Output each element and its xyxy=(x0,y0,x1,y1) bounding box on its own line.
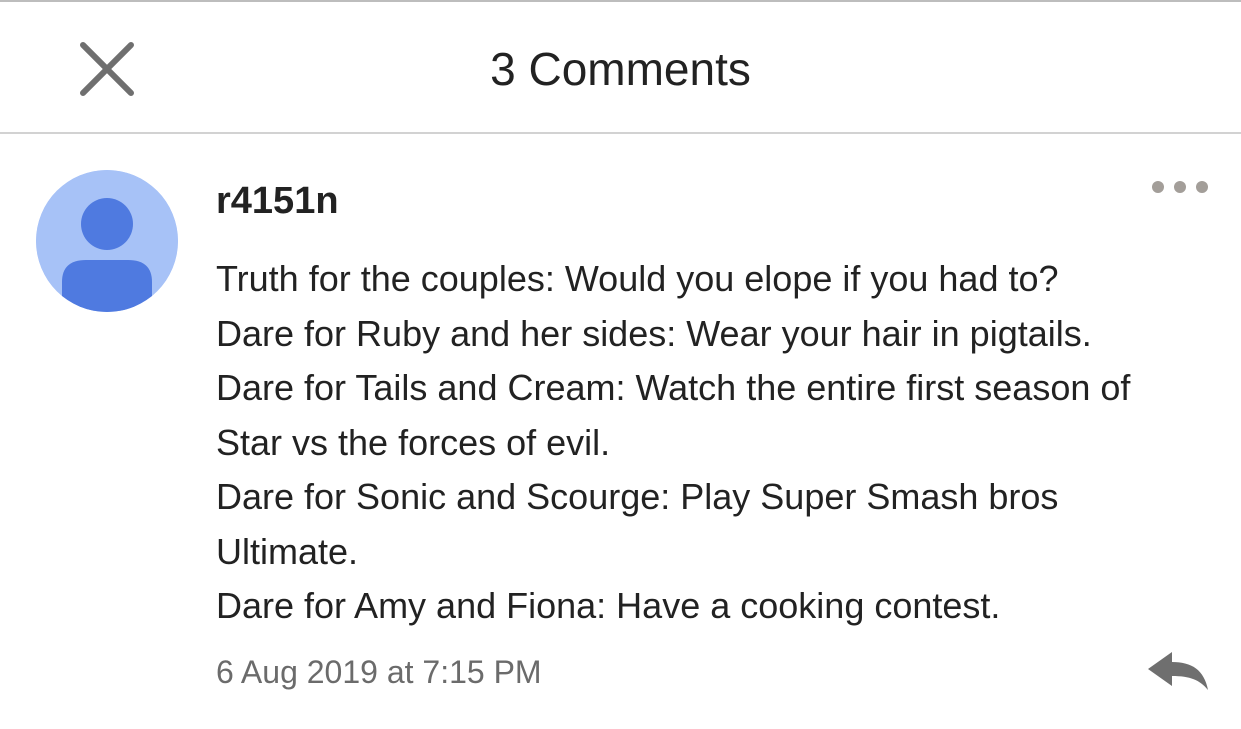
comment-line: Dare for Amy and Fiona: Have a cooking c… xyxy=(216,585,1001,626)
comment-text: Truth for the couples: Would you elope i… xyxy=(216,252,1226,634)
more-options-icon xyxy=(1152,181,1208,193)
reply-button[interactable] xyxy=(1140,644,1216,700)
comment-line: Truth for the couples: Would you elope i… xyxy=(216,258,1059,299)
more-options-button[interactable] xyxy=(1140,172,1220,202)
comment-line: Dare for Ruby and her sides: Wear your h… xyxy=(216,312,1092,354)
comment-item: r4151n Truth for the couples: Would you … xyxy=(0,134,1241,729)
default-user-avatar-icon xyxy=(36,170,178,312)
comment-username[interactable]: r4151n xyxy=(216,176,339,226)
reply-icon xyxy=(1148,652,1208,690)
comment-line: Dare for Tails and Cream: Watch the enti… xyxy=(216,367,1131,408)
avatar[interactable] xyxy=(36,170,178,312)
comments-header: 3 Comments xyxy=(0,2,1241,132)
comment-line: Ultimate. xyxy=(216,530,359,572)
comment-line: Dare for Sonic and Scourge: Play Super S… xyxy=(216,476,1059,517)
page-title: 3 Comments xyxy=(490,43,751,95)
comment-timestamp: 6 Aug 2019 at 7:15 PM xyxy=(216,654,542,690)
comment-line: Star vs the forces of evil. xyxy=(216,421,611,463)
